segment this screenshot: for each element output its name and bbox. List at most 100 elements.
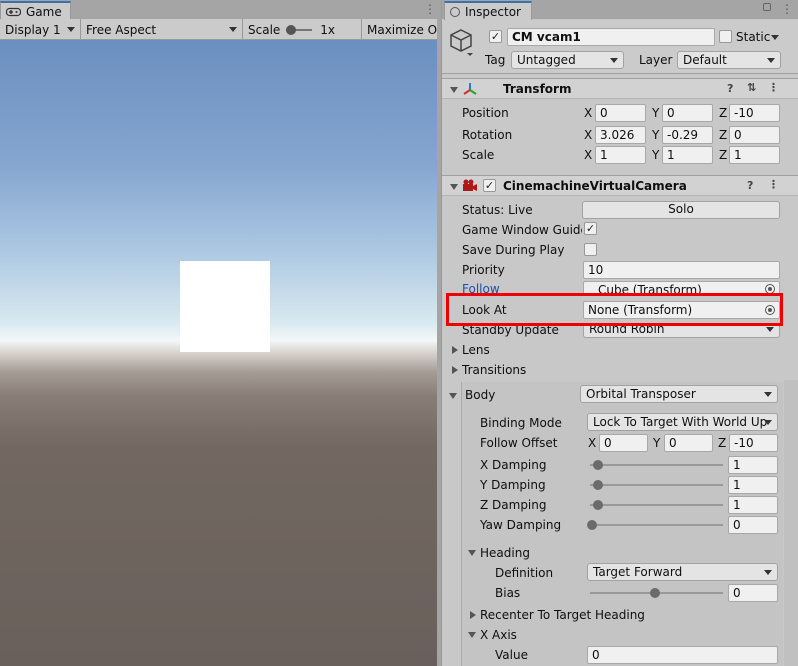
help-icon[interactable]: ? xyxy=(747,179,753,192)
standby-update-dropdown[interactable]: Round Robin xyxy=(583,326,780,338)
z-damping-slider[interactable] xyxy=(590,504,723,506)
inspector-scrollbar[interactable] xyxy=(784,380,798,666)
position-z-axis[interactable]: Z xyxy=(719,106,727,120)
follow-offset-y-axis[interactable]: Y xyxy=(653,436,660,450)
rotation-y-field[interactable]: -0.29 xyxy=(662,126,713,144)
z-damping-slider-knob[interactable] xyxy=(593,500,603,510)
follow-offset-x-field[interactable]: 0 xyxy=(599,434,648,452)
object-name-field[interactable]: CM vcam1 xyxy=(507,28,715,46)
heading-foldout[interactable]: Heading xyxy=(480,546,530,560)
gamepad-icon xyxy=(6,7,21,16)
position-y-axis[interactable]: Y xyxy=(652,106,659,120)
follow-offset-z-field[interactable]: -10 xyxy=(729,434,778,452)
scale-slider[interactable] xyxy=(286,24,313,35)
scale-z-axis[interactable]: Z xyxy=(719,148,727,162)
active-checkbox[interactable]: ✓ xyxy=(489,30,502,43)
binding-mode-dropdown[interactable]: Lock To Target With World Up xyxy=(587,413,778,431)
tab-inspector-label: Inspector xyxy=(465,4,521,19)
x-axis-foldout[interactable]: X Axis xyxy=(480,628,517,642)
static-dropdown-icon[interactable] xyxy=(771,35,779,40)
solo-button[interactable]: Solo xyxy=(582,201,780,219)
foldout-open-icon[interactable] xyxy=(468,550,476,556)
x-damping-slider-knob[interactable] xyxy=(593,460,603,470)
lens-foldout[interactable]: Lens xyxy=(462,343,490,357)
tag-dropdown[interactable]: Untagged xyxy=(511,51,624,69)
vcam-enabled-checkbox[interactable]: ✓ xyxy=(483,179,496,192)
recenter-foldout[interactable]: Recenter To Target Heading xyxy=(480,608,645,622)
static-checkbox[interactable] xyxy=(719,30,732,43)
definition-dropdown[interactable]: Target Forward xyxy=(587,563,778,581)
layer-dropdown[interactable]: Default xyxy=(677,51,781,69)
priority-field[interactable]: 10 xyxy=(583,261,780,279)
y-damping-field[interactable]: 1 xyxy=(728,476,778,494)
follow-row: Follow Cube (Transform) xyxy=(442,281,798,293)
rotation-z-axis[interactable]: Z xyxy=(719,128,727,142)
vcam-header[interactable]: ✓ CinemachineVirtualCamera ? ⋮ xyxy=(442,175,798,196)
transform-header[interactable]: Transform ? ⇅ ⋮ xyxy=(442,78,798,99)
scale-x-axis[interactable]: X xyxy=(584,148,592,162)
maximize-on-play-toggle[interactable]: Maximize On xyxy=(362,19,437,40)
object-picker-icon[interactable] xyxy=(765,284,775,293)
follow-label: Follow xyxy=(462,282,500,293)
x-damping-label: X Damping xyxy=(480,458,547,472)
component-menu-icon[interactable]: ⋮ xyxy=(768,178,779,191)
display-dropdown-label: Display 1 xyxy=(5,22,61,37)
follow-field[interactable]: Cube (Transform) xyxy=(583,281,780,293)
component-menu-icon[interactable]: ⋮ xyxy=(768,81,779,94)
priority-label: Priority xyxy=(462,263,505,277)
inspector-panel: Inspector ⋮ ✓ CM vcam1 Static Tag Untagg… xyxy=(441,0,798,666)
y-damping-slider[interactable] xyxy=(590,484,723,486)
y-damping-slider-knob[interactable] xyxy=(593,480,603,490)
scale-label: Scale xyxy=(462,148,495,162)
inspector-menu-icon[interactable]: ⋮ xyxy=(781,3,793,15)
follow-offset-y-field[interactable]: 0 xyxy=(664,434,713,452)
z-damping-field[interactable]: 1 xyxy=(728,496,778,514)
save-during-play-checkbox[interactable] xyxy=(584,243,597,256)
display-dropdown[interactable]: Display 1 xyxy=(0,19,81,40)
tab-inspector[interactable]: Inspector xyxy=(444,1,532,20)
follow-offset-label: Follow Offset xyxy=(480,436,558,450)
position-x-field[interactable]: 0 xyxy=(595,104,646,122)
lock-icon[interactable] xyxy=(763,3,771,11)
foldout-closed-icon[interactable] xyxy=(452,366,458,374)
x-damping-field[interactable]: 1 xyxy=(728,456,778,474)
rotation-z-field[interactable]: 0 xyxy=(729,126,780,144)
presets-icon[interactable]: ⇅ xyxy=(747,81,756,94)
transitions-foldout[interactable]: Transitions xyxy=(462,363,526,377)
follow-offset-x-axis[interactable]: X xyxy=(588,436,596,450)
position-y-field[interactable]: 0 xyxy=(662,104,713,122)
aspect-dropdown[interactable]: Free Aspect xyxy=(81,19,243,40)
scale-control[interactable]: Scale 1x xyxy=(243,19,362,40)
tab-game[interactable]: Game xyxy=(0,1,71,20)
cinemachine-camera-icon xyxy=(463,179,477,191)
yaw-damping-slider-knob[interactable] xyxy=(587,520,597,530)
rotation-x-field[interactable]: 3.026 xyxy=(595,126,646,144)
transform-title: Transform xyxy=(503,82,572,96)
foldout-open-icon[interactable] xyxy=(468,632,476,638)
rotation-y-axis[interactable]: Y xyxy=(652,128,659,142)
position-z-field[interactable]: -10 xyxy=(729,104,780,122)
game-panel: Game ⋮ Display 1 Free Aspect Scale 1x Ma… xyxy=(0,0,437,666)
position-x-axis[interactable]: X xyxy=(584,106,592,120)
bias-slider-knob[interactable] xyxy=(650,588,660,598)
scale-z-field[interactable]: 1 xyxy=(729,146,780,164)
foldout-open-icon[interactable] xyxy=(449,393,457,399)
follow-offset-z-axis[interactable]: Z xyxy=(718,436,726,450)
value-field[interactable]: 0 xyxy=(587,646,778,664)
game-viewport[interactable] xyxy=(0,40,437,666)
yaw-damping-slider[interactable] xyxy=(590,524,723,526)
body-dropdown[interactable]: Orbital Transposer xyxy=(580,385,778,403)
scale-y-axis[interactable]: Y xyxy=(652,148,659,162)
game-window-guides-checkbox[interactable]: ✓ xyxy=(584,222,597,235)
yaw-damping-field[interactable]: 0 xyxy=(728,516,778,534)
scale-x-field[interactable]: 1 xyxy=(595,146,646,164)
game-menu-icon[interactable]: ⋮ xyxy=(424,3,436,15)
bias-field[interactable]: 0 xyxy=(728,584,778,602)
x-damping-slider[interactable] xyxy=(590,464,723,466)
foldout-closed-icon[interactable] xyxy=(470,611,476,619)
help-icon[interactable]: ? xyxy=(727,82,733,95)
foldout-open-icon xyxy=(450,184,458,190)
scale-y-field[interactable]: 1 xyxy=(662,146,713,164)
foldout-closed-icon[interactable] xyxy=(452,346,458,354)
rotation-x-axis[interactable]: X xyxy=(584,128,592,142)
